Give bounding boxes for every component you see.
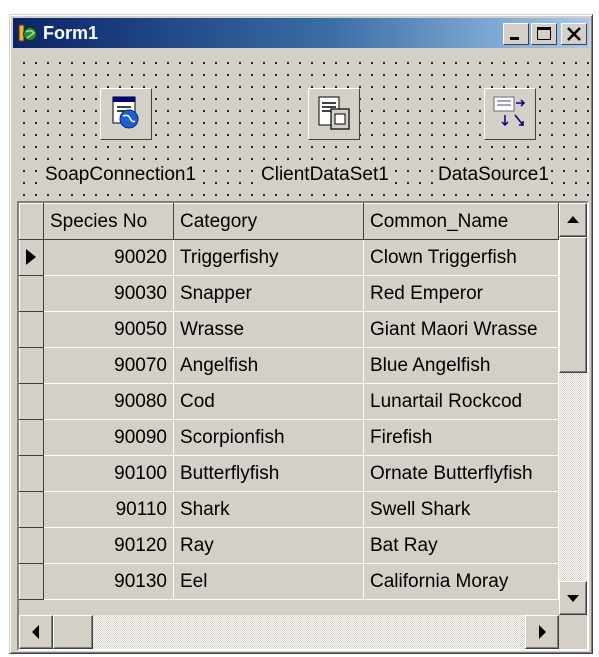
client-dataset-icon bbox=[318, 96, 350, 130]
species-no-cell[interactable]: 90120 bbox=[43, 527, 174, 564]
client-dataset-component[interactable] bbox=[308, 88, 360, 140]
row-indicator[interactable] bbox=[19, 491, 44, 528]
indicator-header bbox=[19, 203, 44, 240]
component-label: DataSource1 bbox=[436, 164, 551, 186]
table-row[interactable]: 90030 Snapper Red Emperor bbox=[19, 275, 559, 312]
species-no-cell[interactable]: 90050 bbox=[43, 311, 174, 348]
horizontal-scrollbar[interactable] bbox=[19, 615, 559, 649]
species-no-cell[interactable]: 90110 bbox=[43, 491, 174, 528]
soap-connection-component[interactable] bbox=[100, 88, 152, 140]
scroll-up-button[interactable] bbox=[559, 203, 587, 237]
row-indicator[interactable] bbox=[19, 275, 44, 312]
category-cell[interactable]: Triggerfishy bbox=[173, 239, 364, 276]
close-button[interactable] bbox=[561, 23, 587, 45]
column-header[interactable]: Species No bbox=[43, 203, 174, 240]
category-cell[interactable]: Scorpionfish bbox=[173, 419, 364, 456]
row-indicator[interactable] bbox=[19, 347, 44, 384]
category-cell[interactable]: Cod bbox=[173, 383, 364, 420]
arrow-left-icon bbox=[32, 625, 39, 639]
vertical-scrollbar[interactable] bbox=[559, 203, 587, 615]
common-name-cell[interactable]: California Moray bbox=[363, 563, 559, 600]
soap-connection-icon bbox=[112, 96, 139, 129]
vertical-scroll-thumb[interactable] bbox=[559, 237, 587, 373]
row-indicator[interactable] bbox=[19, 563, 44, 600]
maximize-icon bbox=[537, 27, 551, 40]
common-name-cell[interactable]: Lunartail Rockcod bbox=[363, 383, 559, 420]
row-pointer-icon bbox=[26, 249, 36, 265]
scrollbar-corner bbox=[559, 615, 587, 649]
category-cell[interactable]: Ray bbox=[173, 527, 364, 564]
minimize-button[interactable] bbox=[503, 23, 529, 45]
species-no-cell[interactable]: 90020 bbox=[43, 239, 174, 276]
window-title: Form1 bbox=[43, 23, 99, 43]
table-row[interactable]: 90080 Cod Lunartail Rockcod bbox=[19, 383, 559, 420]
table-row[interactable]: 90050 Wrasse Giant Maori Wrasse bbox=[19, 311, 559, 348]
table-row[interactable]: 90020 Triggerfishy Clown Triggerfish bbox=[19, 239, 559, 276]
column-header[interactable]: Category bbox=[173, 203, 364, 240]
table-row[interactable]: 90090 Scorpionfish Firefish bbox=[19, 419, 559, 456]
common-name-cell[interactable]: Red Emperor bbox=[363, 275, 559, 312]
component-label: ClientDataSet1 bbox=[259, 164, 391, 186]
datasource-component[interactable] bbox=[484, 88, 536, 140]
horizontal-scroll-thumb[interactable] bbox=[53, 615, 93, 649]
scroll-left-button[interactable] bbox=[19, 615, 53, 649]
table-row[interactable]: 90120 Ray Bat Ray bbox=[19, 527, 559, 564]
table-row[interactable]: 90100 Butterflyfish Ornate Butterflyfish bbox=[19, 455, 559, 492]
species-no-cell[interactable]: 90100 bbox=[43, 455, 174, 492]
common-name-cell[interactable]: Firefish bbox=[363, 419, 559, 456]
table-row[interactable]: 90110 Shark Swell Shark bbox=[19, 491, 559, 528]
maximize-button[interactable] bbox=[531, 23, 557, 45]
db-grid[interactable]: Species No Category Common_Name 90020 Tri… bbox=[17, 201, 589, 651]
category-cell[interactable]: Eel bbox=[173, 563, 364, 600]
common-name-cell[interactable]: Blue Angelfish bbox=[363, 347, 559, 384]
common-name-cell[interactable]: Swell Shark bbox=[363, 491, 559, 528]
delphi-form-icon bbox=[18, 23, 38, 43]
row-indicator[interactable] bbox=[19, 527, 44, 564]
category-cell[interactable]: Butterflyfish bbox=[173, 455, 364, 492]
common-name-cell[interactable]: Giant Maori Wrasse bbox=[363, 311, 559, 348]
category-cell[interactable]: Angelfish bbox=[173, 347, 364, 384]
table-row[interactable]: 90130 Eel California Moray bbox=[19, 563, 559, 600]
grid-header-row: Species No Category Common_Name bbox=[19, 203, 559, 240]
close-icon bbox=[567, 27, 581, 41]
species-no-cell[interactable]: 90090 bbox=[43, 419, 174, 456]
category-cell[interactable]: Shark bbox=[173, 491, 364, 528]
species-no-cell[interactable]: 90080 bbox=[43, 383, 174, 420]
grid-table: Species No Category Common_Name 90020 Tri… bbox=[19, 203, 559, 600]
row-indicator[interactable] bbox=[19, 383, 44, 420]
species-no-cell[interactable]: 90030 bbox=[43, 275, 174, 312]
title-bar[interactable]: Form1 bbox=[13, 18, 589, 48]
arrow-right-icon bbox=[539, 625, 546, 639]
row-indicator[interactable] bbox=[19, 419, 44, 456]
minimize-icon bbox=[510, 37, 519, 40]
scroll-right-button[interactable] bbox=[525, 615, 559, 649]
form-window: Form1 SoapConnection1 ClientDataSet1 Dat… bbox=[9, 14, 593, 654]
column-header[interactable]: Common_Name bbox=[363, 203, 559, 240]
common-name-cell[interactable]: Bat Ray bbox=[363, 527, 559, 564]
row-indicator[interactable] bbox=[19, 311, 44, 348]
common-name-cell[interactable]: Clown Triggerfish bbox=[363, 239, 559, 276]
species-no-cell[interactable]: 90070 bbox=[43, 347, 174, 384]
form-designer-surface[interactable]: SoapConnection1 ClientDataSet1 DataSourc… bbox=[14, 53, 589, 203]
category-cell[interactable]: Snapper bbox=[173, 275, 364, 312]
arrow-up-icon bbox=[567, 216, 579, 223]
row-indicator[interactable] bbox=[19, 455, 44, 492]
row-indicator[interactable] bbox=[19, 239, 44, 276]
scroll-down-button[interactable] bbox=[559, 581, 587, 615]
category-cell[interactable]: Wrasse bbox=[173, 311, 364, 348]
datasource-icon bbox=[493, 96, 526, 127]
arrow-down-icon bbox=[567, 595, 579, 602]
common-name-cell[interactable]: Ornate Butterflyfish bbox=[363, 455, 559, 492]
species-no-cell[interactable]: 90130 bbox=[43, 563, 174, 600]
table-row[interactable]: 90070 Angelfish Blue Angelfish bbox=[19, 347, 559, 384]
component-label: SoapConnection1 bbox=[43, 164, 199, 186]
